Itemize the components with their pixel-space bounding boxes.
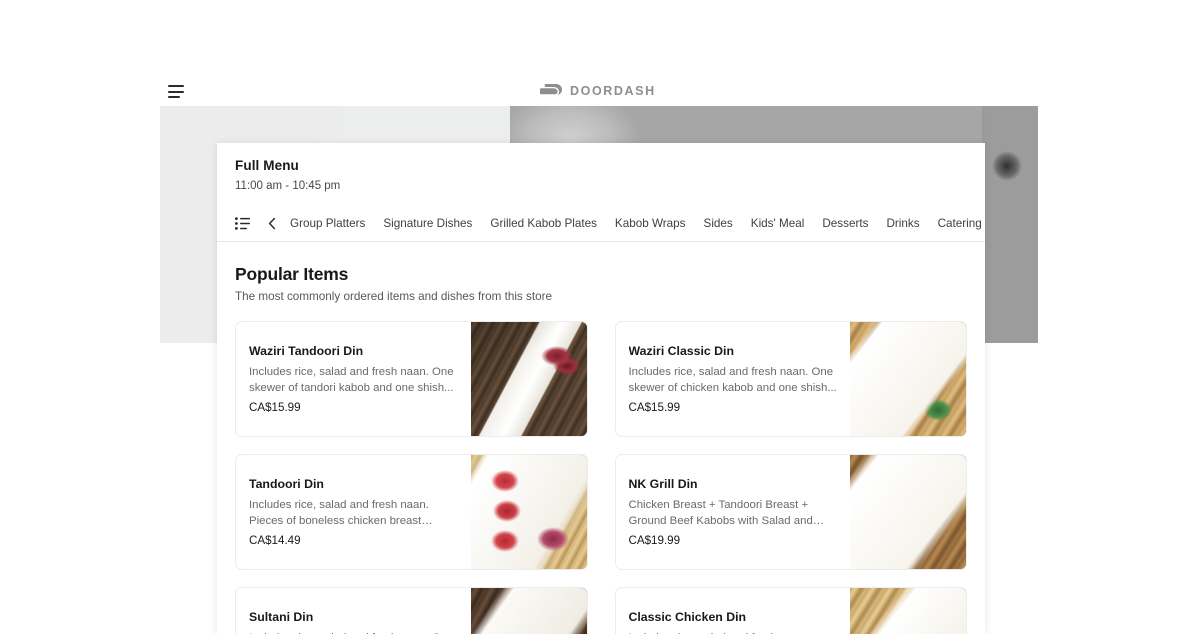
menu-item-name: Waziri Tandoori Din [249,344,364,358]
tab-sides[interactable]: Sides [695,206,742,242]
menu-item-details: NK Grill Din Chicken Breast + Tandoori B… [616,455,851,569]
menu-item-card[interactable]: Sultani Din Includes rice, salad and fre… [235,587,588,634]
menu-item-photo [850,588,966,634]
menu-item-name: Sultani Din [249,610,314,624]
menu-item-description: Includes rice, salad and fresh naan. Pie… [249,499,429,527]
tab-catering[interactable]: Catering [929,206,985,242]
menu-item-photo [470,455,587,569]
page-root: DOORDASH Full Menu 11:00 am - 10:45 pm G… [0,0,1202,634]
menu-title: Full Menu [235,158,299,173]
tab-desserts[interactable]: Desserts [813,206,877,242]
menu-item-photo [850,322,966,436]
doordash-logo[interactable]: DOORDASH [540,84,656,98]
popular-items-title: Popular Items [235,264,349,284]
menu-item-description: Chicken Breast + Tandoori Breast + Groun… [628,499,813,527]
menu-item-name: Waziri Classic Din [628,344,734,358]
hamburger-menu-icon[interactable] [168,85,184,98]
menu-item-details: Sultani Din Includes rice, salad and fre… [236,588,471,634]
menu-item-card[interactable]: Waziri Tandoori Din Includes rice, salad… [235,321,588,437]
chevron-left-icon[interactable] [266,217,279,230]
menu-item-card[interactable]: NK Grill Din Chicken Breast + Tandoori B… [614,454,967,570]
menu-item-price: CA$19.99 [628,534,681,547]
menu-header: Full Menu 11:00 am - 10:45 pm [217,143,985,206]
tab-signature-dishes[interactable]: Signature Dishes [374,206,481,242]
full-menu-sheet: Full Menu 11:00 am - 10:45 pm Group Plat… [217,143,985,634]
menu-item-details: Waziri Tandoori Din Includes rice, salad… [236,322,471,436]
menu-item-description: Includes rice, salad and fresh naan. One… [249,630,459,634]
popular-items-grid: Waziri Tandoori Din Includes rice, salad… [235,321,967,634]
menu-item-price: CA$15.99 [249,401,301,414]
menu-item-details: Classic Chicken Din Includes rice, salad… [616,588,851,634]
menu-item-description: Includes rice, salad and fresh naan. One… [628,366,837,394]
hero-food-photo-overflow [985,106,1038,343]
menu-item-photo [850,455,966,569]
popular-items-section: Popular Items The most commonly ordered … [217,242,985,634]
tab-drinks[interactable]: Drinks [877,206,928,242]
tab-kids-meal[interactable]: Kids' Meal [742,206,814,242]
category-tab-strip: Group Platters Signature Dishes Grilled … [217,206,985,242]
popular-items-subtitle: The most commonly ordered items and dish… [235,290,552,303]
tab-kabob-wraps[interactable]: Kabob Wraps [606,206,695,242]
menu-item-price: CA$15.99 [628,401,681,414]
menu-item-card[interactable]: Tandoori Din Includes rice, salad and fr… [235,454,588,570]
menu-item-details: Waziri Classic Din Includes rice, salad … [616,322,851,436]
menu-item-photo [470,322,587,436]
menu-item-description: Includes rice, salad and fresh naan. Bon… [629,630,839,634]
doordash-swoosh-icon [540,84,562,95]
menu-item-name: NK Grill Din [628,477,698,491]
menu-item-price: CA$14.49 [249,534,301,547]
menu-item-card[interactable]: Waziri Classic Din Includes rice, salad … [614,321,967,437]
menu-item-name: Classic Chicken Din [628,610,747,624]
menu-item-description: Includes rice, salad and fresh naan. One… [249,366,454,394]
menu-item-details: Tandoori Din Includes rice, salad and fr… [236,455,471,569]
tab-group-platters[interactable]: Group Platters [290,206,374,242]
menu-item-name: Tandoori Din [249,477,324,491]
tab-grilled-kabob-plates[interactable]: Grilled Kabob Plates [481,206,606,242]
doordash-wordmark: DOORDASH [570,84,656,98]
menu-item-photo [470,588,587,634]
menu-item-card[interactable]: Classic Chicken Din Includes rice, salad… [614,587,967,634]
menu-hours: 11:00 am - 10:45 pm [235,180,341,192]
list-view-icon[interactable] [235,217,250,230]
